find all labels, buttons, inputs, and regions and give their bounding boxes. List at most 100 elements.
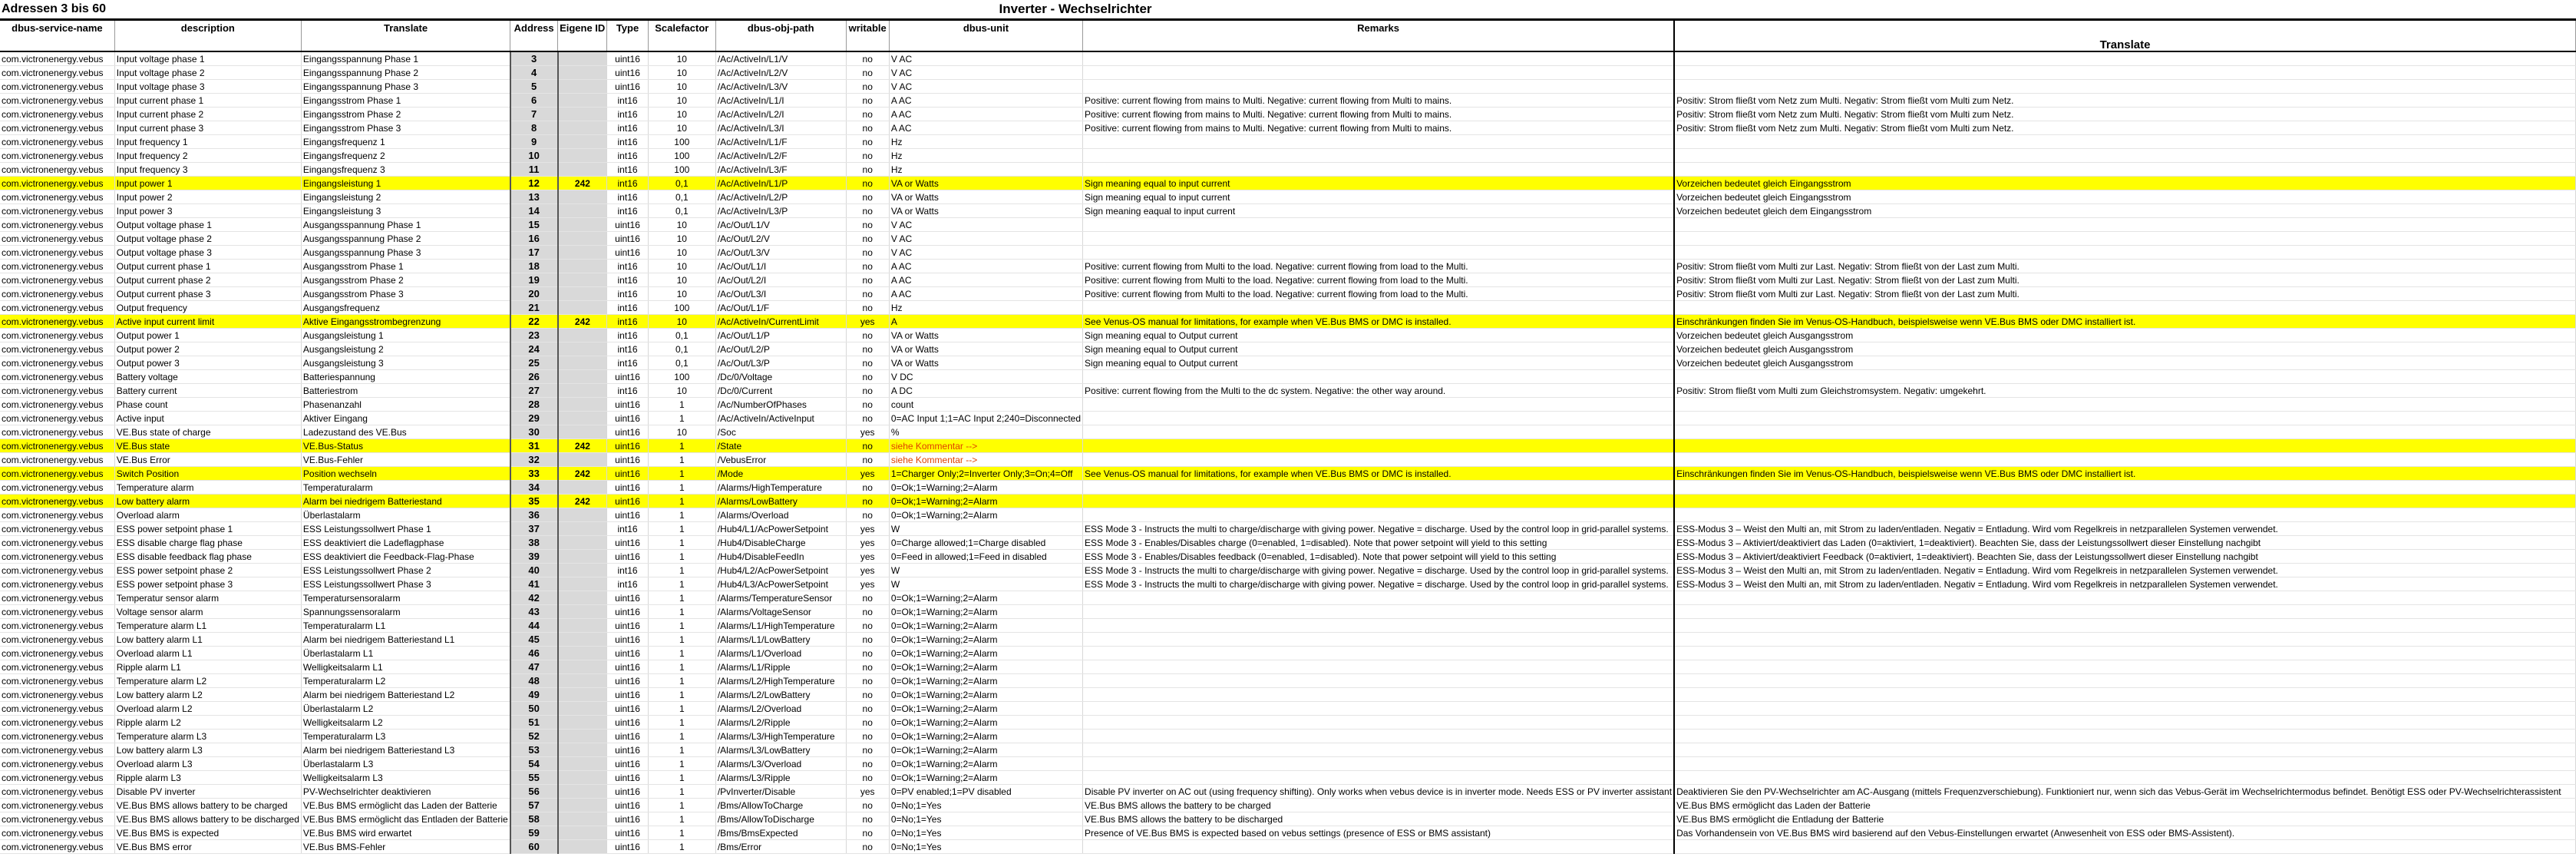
cell-translate[interactable]: VE.Bus BMS-Fehler (301, 839, 511, 854)
cell-translate[interactable]: Ausgangsspannung Phase 2 (301, 231, 511, 246)
cell-dbus-obj-path[interactable]: /Alarms/VoltageSensor (715, 604, 847, 619)
cell-eigene-id[interactable] (557, 535, 608, 550)
cell-dbus-obj-path[interactable]: /Alarms/HighTemperature (715, 480, 847, 495)
cell-remarks-translate[interactable]: Deaktivieren Sie den PV-Wechselrichter a… (1674, 784, 2576, 799)
cell-scalefactor[interactable]: 10 (648, 286, 716, 301)
header-cell[interactable]: writable (846, 18, 890, 52)
cell-type[interactable]: uint16 (606, 770, 649, 785)
cell-remarks[interactable] (1082, 425, 1676, 439)
cell-remarks[interactable]: Sign meaning equal to Output current (1082, 342, 1676, 356)
cell-service-name[interactable]: com.victronenergy.vebus (0, 397, 115, 412)
cell-dbus-unit[interactable]: VA or Watts (889, 203, 1084, 218)
cell-service-name[interactable]: com.victronenergy.vebus (0, 494, 115, 508)
cell-dbus-unit[interactable]: A (889, 314, 1084, 329)
cell-translate[interactable]: Eingangsleistung 2 (301, 190, 511, 204)
cell-dbus-obj-path[interactable]: /Hub4/DisableFeedIn (715, 549, 847, 564)
cell-remarks-translate[interactable] (1674, 770, 2576, 785)
cell-writable[interactable]: yes (846, 314, 890, 329)
cell-description[interactable]: Input voltage phase 3 (114, 79, 302, 94)
cell-remarks[interactable]: Positive: current flowing from the Multi… (1082, 383, 1676, 398)
cell-description[interactable]: Overload alarm L2 (114, 701, 302, 716)
cell-description[interactable]: Output current phase 2 (114, 273, 302, 287)
cell-type[interactable]: int16 (606, 314, 649, 329)
cell-translate[interactable]: PV-Wechselrichter deaktivieren (301, 784, 511, 799)
cell-eigene-id[interactable] (557, 826, 608, 840)
cell-eigene-id[interactable] (557, 51, 608, 66)
cell-dbus-obj-path[interactable]: /PvInverter/Disable (715, 784, 847, 799)
cell-scalefactor[interactable]: 1 (648, 729, 716, 743)
cell-address[interactable]: 17 (509, 245, 559, 260)
cell-eigene-id[interactable] (557, 812, 608, 826)
cell-description[interactable]: Temperature alarm L1 (114, 618, 302, 633)
cell-dbus-unit[interactable]: 0=No;1=Yes (889, 839, 1084, 854)
cell-address[interactable]: 53 (509, 743, 559, 757)
cell-translate[interactable]: ESS Leistungssollwert Phase 2 (301, 563, 511, 577)
cell-scalefactor[interactable]: 1 (648, 839, 716, 854)
cell-dbus-obj-path[interactable]: /Ac/ActiveIn/L3/V (715, 79, 847, 94)
cell-description[interactable]: Input power 1 (114, 176, 302, 190)
cell-dbus-unit[interactable]: A DC (889, 383, 1084, 398)
cell-type[interactable]: uint16 (606, 369, 649, 384)
cell-writable[interactable]: yes (846, 549, 890, 564)
cell-remarks[interactable] (1082, 134, 1676, 149)
cell-dbus-unit[interactable]: siehe Kommentar --> (889, 438, 1084, 453)
cell-writable[interactable]: yes (846, 563, 890, 577)
cell-dbus-obj-path[interactable]: /Ac/Out/L1/F (715, 300, 847, 315)
cell-type[interactable]: int16 (606, 563, 649, 577)
cell-type[interactable]: int16 (606, 577, 649, 591)
cell-writable[interactable]: no (846, 660, 890, 674)
cell-dbus-obj-path[interactable]: /Ac/Out/L2/V (715, 231, 847, 246)
cell-dbus-unit[interactable]: VA or Watts (889, 328, 1084, 342)
cell-type[interactable]: uint16 (606, 673, 649, 688)
cell-remarks[interactable] (1082, 715, 1676, 730)
cell-remarks-translate[interactable] (1674, 51, 2576, 66)
cell-service-name[interactable]: com.victronenergy.vebus (0, 784, 115, 799)
cell-type[interactable]: uint16 (606, 535, 649, 550)
cell-remarks-translate[interactable]: VE.Bus BMS ermöglicht die Entladung der … (1674, 812, 2576, 826)
cell-dbus-obj-path[interactable]: /Hub4/DisableCharge (715, 535, 847, 550)
cell-service-name[interactable]: com.victronenergy.vebus (0, 604, 115, 619)
cell-remarks-translate[interactable]: Vorzeichen bedeutet gleich Ausgangsstrom (1674, 342, 2576, 356)
cell-remarks-translate[interactable]: Positiv: Strom fließt vom Multi zur Last… (1674, 273, 2576, 287)
cell-writable[interactable]: yes (846, 577, 890, 591)
cell-dbus-obj-path[interactable]: /Ac/Out/L1/P (715, 328, 847, 342)
cell-service-name[interactable]: com.victronenergy.vebus (0, 743, 115, 757)
cell-scalefactor[interactable]: 1 (648, 604, 716, 619)
cell-dbus-unit[interactable]: 0=Ok;1=Warning;2=Alarm (889, 646, 1084, 660)
cell-eigene-id[interactable]: 242 (557, 494, 608, 508)
cell-type[interactable]: uint16 (606, 660, 649, 674)
cell-remarks-translate[interactable]: Positiv: Strom fließt vom Netz zum Multi… (1674, 93, 2576, 108)
cell-eigene-id[interactable] (557, 134, 608, 149)
cell-service-name[interactable]: com.victronenergy.vebus (0, 729, 115, 743)
cell-translate[interactable]: Welligkeitsalarm L1 (301, 660, 511, 674)
cell-translate[interactable]: Eingangsstrom Phase 3 (301, 121, 511, 135)
cell-service-name[interactable]: com.victronenergy.vebus (0, 328, 115, 342)
cell-type[interactable]: int16 (606, 356, 649, 370)
cell-type[interactable]: uint16 (606, 618, 649, 633)
cell-eigene-id[interactable] (557, 646, 608, 660)
cell-type[interactable]: uint16 (606, 245, 649, 260)
cell-writable[interactable]: no (846, 701, 890, 716)
cell-description[interactable]: Temperatur sensor alarm (114, 591, 302, 605)
cell-dbus-obj-path[interactable]: /Ac/ActiveIn/CurrentLimit (715, 314, 847, 329)
cell-eigene-id[interactable] (557, 632, 608, 647)
cell-address[interactable]: 48 (509, 673, 559, 688)
cell-writable[interactable]: no (846, 190, 890, 204)
cell-description[interactable]: Output current phase 3 (114, 286, 302, 301)
cell-service-name[interactable]: com.victronenergy.vebus (0, 107, 115, 121)
cell-writable[interactable]: no (846, 93, 890, 108)
cell-remarks[interactable]: See Venus-OS manual for limitations, for… (1082, 466, 1676, 481)
cell-service-name[interactable]: com.victronenergy.vebus (0, 715, 115, 730)
cell-address[interactable]: 34 (509, 480, 559, 495)
cell-writable[interactable]: no (846, 369, 890, 384)
cell-remarks[interactable]: Positive: current flowing from mains to … (1082, 107, 1676, 121)
cell-address[interactable]: 24 (509, 342, 559, 356)
cell-type[interactable]: uint16 (606, 756, 649, 771)
cell-translate[interactable]: ESS Leistungssollwert Phase 1 (301, 521, 511, 536)
cell-service-name[interactable]: com.victronenergy.vebus (0, 203, 115, 218)
cell-address[interactable]: 56 (509, 784, 559, 799)
cell-dbus-obj-path[interactable]: /Bms/Error (715, 839, 847, 854)
cell-description[interactable]: Output voltage phase 2 (114, 231, 302, 246)
cell-type[interactable]: int16 (606, 342, 649, 356)
cell-translate[interactable]: Position wechseln (301, 466, 511, 481)
